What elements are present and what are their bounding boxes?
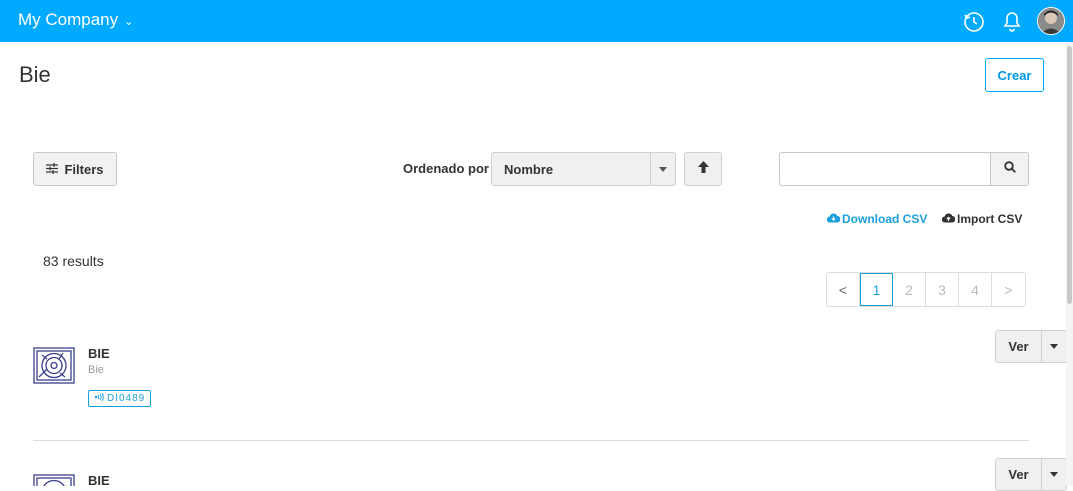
view-button-group: Ver bbox=[995, 458, 1067, 491]
list-item: BIE bbox=[33, 473, 1073, 488]
sliders-icon bbox=[46, 162, 59, 177]
search-button[interactable] bbox=[990, 152, 1029, 186]
caret-down-icon bbox=[1050, 472, 1058, 477]
pagination-prev[interactable]: < bbox=[827, 273, 860, 306]
filters-button[interactable]: Filters bbox=[33, 152, 117, 186]
sort-value: Nombre bbox=[504, 162, 554, 177]
sort-label: Ordenado por bbox=[403, 161, 489, 176]
list-item: BIE Bie DI0489 bbox=[33, 346, 1073, 417]
fire-hose-cabinet-icon bbox=[33, 474, 75, 486]
fire-hose-cabinet-icon bbox=[33, 347, 75, 385]
item-title[interactable]: BIE bbox=[88, 346, 110, 361]
download-csv-label: Download CSV bbox=[842, 212, 928, 226]
pagination-next[interactable]: > bbox=[992, 273, 1025, 306]
filters-label: Filters bbox=[64, 161, 104, 177]
signal-icon bbox=[94, 392, 104, 404]
import-csv-link[interactable]: Import CSV bbox=[941, 212, 1023, 226]
arrow-up-icon bbox=[697, 160, 709, 178]
view-options-caret[interactable] bbox=[1042, 458, 1067, 491]
company-name: My Company bbox=[18, 10, 119, 29]
view-button[interactable]: Ver bbox=[995, 330, 1042, 363]
import-csv-label: Import CSV bbox=[957, 212, 1023, 226]
cloud-upload-icon bbox=[941, 212, 956, 226]
device-tag-label: DI0489 bbox=[107, 393, 146, 404]
view-button-group: Ver bbox=[995, 330, 1067, 363]
search-input[interactable] bbox=[779, 152, 991, 186]
page-title: Bie bbox=[19, 62, 51, 87]
caret-down-icon bbox=[650, 153, 675, 185]
divider bbox=[33, 440, 1029, 441]
sort-direction-button[interactable] bbox=[684, 152, 722, 186]
results-count: 83 results bbox=[43, 253, 104, 269]
cloud-download-icon bbox=[826, 212, 841, 226]
scrollbar-thumb[interactable] bbox=[1067, 46, 1072, 304]
company-selector[interactable]: My Company ⌄ bbox=[18, 10, 133, 30]
avatar[interactable] bbox=[1037, 7, 1065, 35]
device-tag: DI0489 bbox=[88, 390, 152, 407]
pagination-page-3[interactable]: 3 bbox=[926, 273, 959, 306]
pagination-page-4[interactable]: 4 bbox=[959, 273, 992, 306]
search-icon bbox=[1003, 160, 1016, 178]
view-button[interactable]: Ver bbox=[995, 458, 1042, 491]
item-subtitle: Bie bbox=[88, 364, 104, 376]
caret-down-icon bbox=[1050, 344, 1058, 349]
pagination: < 1 2 3 4 > bbox=[826, 272, 1026, 307]
history-icon[interactable] bbox=[961, 8, 987, 34]
chevron-down-icon: ⌄ bbox=[124, 16, 134, 28]
create-button[interactable]: Crear bbox=[985, 58, 1044, 92]
sort-select[interactable]: Nombre bbox=[491, 152, 676, 186]
view-options-caret[interactable] bbox=[1042, 330, 1067, 363]
top-bar: My Company ⌄ bbox=[0, 0, 1073, 42]
download-csv-link[interactable]: Download CSV bbox=[826, 212, 928, 226]
bell-icon[interactable] bbox=[999, 8, 1025, 34]
pagination-page-2[interactable]: 2 bbox=[893, 273, 926, 306]
pagination-page-1[interactable]: 1 bbox=[860, 273, 893, 306]
